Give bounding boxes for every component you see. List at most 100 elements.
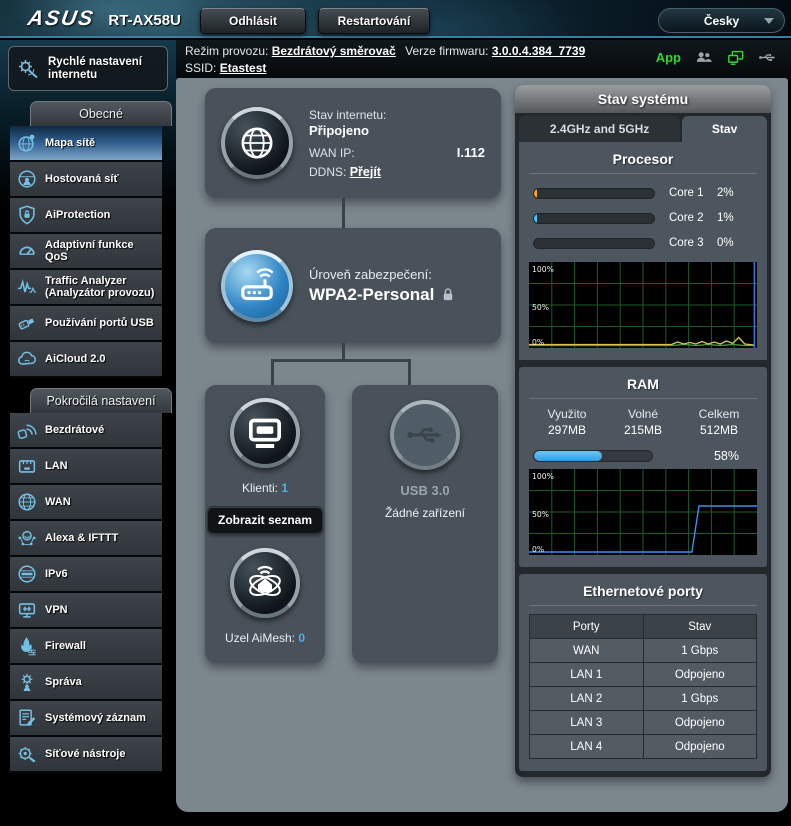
status-cell: 1 Gbps: [643, 639, 757, 663]
firmware-link[interactable]: 3.0.0.4.384_7739: [492, 44, 585, 58]
sidebar-item-vpn[interactable]: VPN: [10, 593, 162, 629]
internet-globe-button[interactable]: [221, 107, 293, 179]
sidebar-item-lan[interactable]: LAN: [10, 449, 162, 485]
clients-count: 1: [281, 481, 288, 495]
mode-link[interactable]: Bezdrátový směrovač: [272, 44, 396, 58]
sidebar-item-label: Alexa & IFTTT: [45, 532, 118, 544]
security-icon-wrap: [205, 250, 309, 322]
router-icon: [237, 266, 277, 306]
aimesh-count: 0: [298, 631, 305, 645]
sidebar: Rychlé nastavení internetu Obecné Mapa sí…: [0, 40, 176, 826]
alexa-icon: [16, 527, 38, 549]
cpu-core-fill: [534, 214, 537, 223]
ssid-label: SSID:: [185, 61, 216, 75]
sidebar-item-aicloud[interactable]: AiCloud 2.0: [10, 342, 162, 378]
ram-stat-label: Volné: [605, 407, 681, 421]
sidebar-item-traffic-analyzer[interactable]: Traffic Analyzer (Analyzátor provozu): [10, 270, 162, 306]
devices-icon[interactable]: [726, 48, 745, 67]
sidebar-item-label: Mapa sítě: [45, 137, 95, 149]
sidebar-item-wan[interactable]: WAN: [10, 485, 162, 521]
cloud-icon: [16, 348, 38, 370]
reboot-button[interactable]: Restartování: [318, 8, 430, 34]
show-client-list-button[interactable]: Zobrazit seznam: [207, 506, 323, 534]
cpu-core-name: Core 3: [669, 237, 717, 249]
traffic-icon: [16, 276, 38, 298]
sidebar-item-label: Správa: [45, 676, 82, 688]
app-link[interactable]: App: [656, 50, 681, 65]
sidebar-item-aiprotection[interactable]: AiProtection: [10, 198, 162, 234]
cpu-core-name: Core 2: [669, 212, 717, 224]
top-bar: ASUS RT-AX58U Odhlásit Restartování Česk…: [0, 0, 791, 38]
connector-internet-security: [342, 198, 345, 228]
firewall-icon: [16, 635, 38, 657]
cpu-ylabel-0: 0%: [532, 338, 544, 347]
logout-button[interactable]: Odhlásit: [200, 8, 306, 34]
mode-firmware-line: Režim provozu: Bezdrátový směrovač Verze…: [185, 43, 585, 60]
ram-graph: 100% 50% 0%: [529, 469, 757, 555]
sidebar-item-usb-app[interactable]: Používání portů USB: [10, 306, 162, 342]
sidebar-item-bezdratove[interactable]: Bezdrátové: [10, 413, 162, 449]
security-level-label: Úroveň zabezpečení:: [309, 267, 485, 282]
ipv6-icon: [16, 563, 38, 585]
cpu-core-name: Core 1: [669, 187, 717, 199]
quick-setup-button[interactable]: Rychlé nastavení internetu: [8, 46, 168, 91]
internet-icon-wrap: [205, 107, 309, 179]
sidebar-section-header: Pokročilá nastavení: [30, 388, 172, 413]
sidebar-item-qos[interactable]: Adaptivní funkce QoS: [10, 234, 162, 270]
cpu-core-row: Core 30%: [533, 237, 757, 249]
usb-card: USB 3.0 Žádné zařízení: [352, 385, 498, 663]
ram-stat-label: Využito: [529, 407, 605, 421]
usb-status: Žádné zařízení: [385, 506, 465, 520]
clients-button[interactable]: [230, 398, 300, 468]
sidebar-item-alexa-ifttt[interactable]: Alexa & IFTTT: [10, 521, 162, 557]
internet-status-value: Připojeno: [309, 123, 485, 138]
connector-right-drop: [408, 362, 411, 385]
ddns-label: DDNS:: [309, 165, 346, 179]
sidebar-item-label: AiProtection: [45, 209, 110, 221]
sidebar-item-sprava[interactable]: Správa: [10, 665, 162, 701]
sidebar-item-label: Firewall: [45, 640, 86, 652]
sidebar-item-mapa-site[interactable]: Mapa sítě: [10, 126, 162, 162]
router-info: Režim provozu: Bezdrátový směrovač Verze…: [185, 43, 585, 77]
usb-icon[interactable]: [758, 48, 777, 67]
globe-icon: [16, 491, 38, 513]
tab-status[interactable]: Stav: [682, 116, 767, 142]
aimesh-button[interactable]: [230, 548, 300, 618]
sidebar-item-system-log[interactable]: Systémový záznam: [10, 701, 162, 737]
shield-icon: [16, 204, 38, 226]
sidebar-item-firewall[interactable]: Firewall: [10, 629, 162, 665]
port-cell: LAN 1: [530, 663, 644, 687]
connector-branch: [271, 359, 411, 362]
ram-stat-value: 297MB: [529, 423, 605, 437]
sidebar-item-ipv6[interactable]: IPv6: [10, 557, 162, 593]
sidebar-item-label: IPv6: [45, 568, 68, 580]
router-security-button[interactable]: [221, 250, 293, 322]
clients-icon[interactable]: [694, 48, 713, 67]
wifi-icon: [16, 419, 38, 441]
cpu-core-pct: 2%: [717, 187, 753, 199]
tab-bands[interactable]: 2.4GHz and 5GHz: [519, 116, 680, 142]
sidebar-item-network-tools[interactable]: Síťové nástroje: [10, 737, 162, 773]
ram-stat-label: Celkem: [681, 407, 757, 421]
security-level-value: WPA2-Personal: [309, 285, 434, 305]
language-select[interactable]: Česky: [658, 8, 785, 33]
mode-label: Režim provozu:: [185, 44, 268, 58]
cpu-ylabel-50: 50%: [532, 303, 549, 312]
globe-icon: [237, 123, 277, 163]
asus-logo: ASUS: [26, 7, 97, 31]
usb-circle: [390, 400, 460, 470]
monitor-icon: [245, 413, 285, 453]
ram-stat: Celkem512MB: [681, 407, 757, 437]
sidebar-item-label: Adaptivní funkce QoS: [45, 239, 156, 263]
ddns-link[interactable]: Přejít: [350, 165, 381, 179]
aimesh-count-line: Uzel AiMesh: 0: [225, 631, 305, 645]
sidebar-section-header: Obecné: [30, 101, 172, 126]
ssid-link[interactable]: Etastest: [220, 61, 267, 75]
wan-ip-value: I.112: [457, 145, 485, 160]
cpu-ylabel-100: 100%: [532, 265, 554, 274]
sidebar-item-hostovana-sit[interactable]: Hostovaná síť: [10, 162, 162, 198]
ram-stat: Využito 297MB: [529, 407, 605, 437]
cpu-core-bar: [533, 188, 655, 199]
clients-label: Klienti:: [242, 481, 278, 495]
table-row: LAN 3Odpojeno: [530, 711, 757, 735]
